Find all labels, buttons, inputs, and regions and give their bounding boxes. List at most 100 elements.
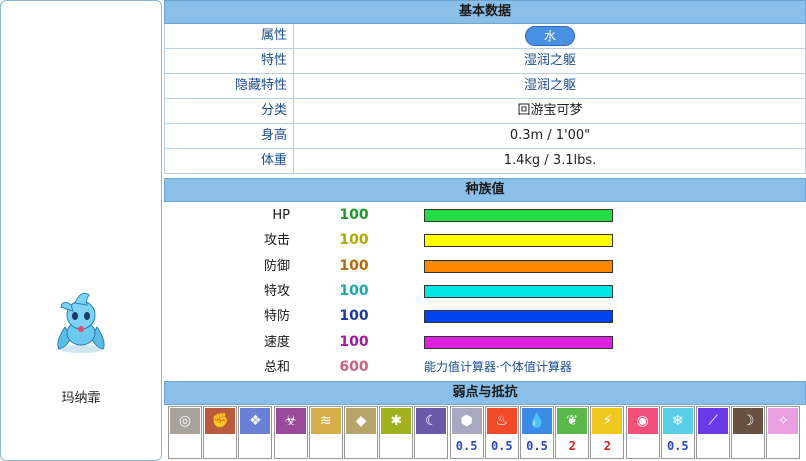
weight-label: 体重 <box>165 149 294 173</box>
type-multiplier <box>380 435 412 457</box>
stat-row: 特攻 100 <box>164 278 806 304</box>
type-label: 属性 <box>165 24 294 48</box>
type-multiplier <box>204 435 236 457</box>
pokemon-sprite <box>57 292 105 353</box>
type-cell[interactable]: ◉ <box>625 406 660 459</box>
type-cell[interactable]: ≋ <box>308 406 343 459</box>
hidden-ability-label: 隐藏特性 <box>165 74 294 98</box>
type-multiplier <box>732 435 764 457</box>
type-cell[interactable]: ❄ 0.5 <box>660 406 695 459</box>
rock-type-icon: ◆ <box>346 408 376 434</box>
steel-type-icon: ⬢ <box>451 408 482 434</box>
row-type: 属性 水 <box>164 24 806 49</box>
stat-bar-fill <box>425 210 612 221</box>
row-height: 身高 0.3m / 1'00" <box>164 124 806 149</box>
stat-row: 攻击 100 <box>164 228 806 254</box>
stat-bar-fill <box>425 336 612 348</box>
row-ability: 特性 湿润之躯 <box>164 49 806 74</box>
dark-type-icon: ☽ <box>733 408 764 434</box>
stat-bar <box>424 209 613 222</box>
stat-bar-fill <box>425 311 612 323</box>
stat-row: HP 100 <box>164 203 806 228</box>
grass-type-icon: ❦ <box>557 408 588 434</box>
row-category: 分类 回游宝可梦 <box>164 99 806 124</box>
type-cell[interactable]: ✧ <box>766 406 801 459</box>
type-multiplier: 2 <box>568 439 576 453</box>
stat-label: 特攻 <box>263 283 290 299</box>
fairy-type-icon: ✧ <box>768 408 799 434</box>
type-cell[interactable]: ❖ <box>238 406 273 459</box>
type-cell[interactable]: ⬢ 0.5 <box>449 406 484 459</box>
stat-row: 防御 100 <box>164 253 806 279</box>
stat-bar <box>424 234 613 248</box>
type-multiplier: 0.5 <box>666 439 689 453</box>
ground-type-icon: ≋ <box>310 408 341 434</box>
flying-type-icon: ❖ <box>240 408 271 434</box>
height-label: 身高 <box>165 124 294 148</box>
stat-bar <box>424 259 613 273</box>
pokemon-card: 玛纳霏 <box>0 0 162 461</box>
weight-value: 1.4kg / 3.1lbs. <box>503 153 597 168</box>
stat-value: 100 <box>339 257 369 274</box>
fighting-type-icon: ✊ <box>205 408 236 434</box>
type-cell[interactable]: ◎ <box>168 406 202 459</box>
type-multiplier: 2 <box>603 439 611 453</box>
type-cell[interactable]: ✊ <box>203 406 238 459</box>
ability-link[interactable]: 湿润之躯 <box>524 53 576 68</box>
stat-row: 速度 100 <box>164 329 806 355</box>
stat-bar <box>424 310 613 324</box>
type-cell[interactable]: ⚡ 2 <box>590 406 625 459</box>
stat-label: 防御 <box>263 258 290 274</box>
type-multiplier <box>310 435 342 457</box>
type-cell[interactable]: ❦ 2 <box>555 406 590 459</box>
type-multiplier <box>169 435 201 457</box>
water-type-badge[interactable]: 水 <box>525 26 575 46</box>
ability-label: 特性 <box>165 49 294 73</box>
stat-label: 速度 <box>263 334 290 350</box>
stat-value: 100 <box>339 282 369 299</box>
row-weight: 体重 1.4kg / 3.1lbs. <box>164 149 806 174</box>
ice-type-icon: ❄ <box>662 408 693 434</box>
type-multiplier <box>345 435 377 457</box>
electric-type-icon: ⚡ <box>592 408 623 434</box>
category-value: 回游宝可梦 <box>517 103 583 118</box>
normal-type-icon: ◎ <box>170 408 200 434</box>
stat-value: 100 <box>339 333 369 350</box>
type-cell[interactable]: 💧 0.5 <box>520 406 554 459</box>
ghost-type-icon: ☾ <box>416 408 447 434</box>
fire-type-icon: ♨ <box>486 408 517 434</box>
type-cell[interactable]: ✱ <box>379 406 414 459</box>
type-multiplier: 0.5 <box>455 439 478 453</box>
type-effectiveness-grid: ◎ ✊ ❖ ☣ ≋ ◆ ✱ ☾ ⬢ 0.5 ♨ 0.5 💧 0.5 ❦ 2 ⚡ 2 ◉ ❄ 0.5 ⟋ ☽ ✧ <box>168 406 804 461</box>
bug-type-icon: ✱ <box>381 408 412 434</box>
type-cell[interactable]: ◆ <box>344 406 378 459</box>
type-multiplier <box>415 435 447 457</box>
base-stats-header: 种族值 <box>164 178 806 202</box>
height-value: 0.3m / 1'00" <box>509 128 591 143</box>
type-cell[interactable]: ☣ <box>273 406 308 459</box>
dragon-type-icon: ⟋ <box>698 408 728 434</box>
row-hidden-ability: 隐藏特性 湿润之躯 <box>164 74 806 99</box>
type-multiplier <box>697 435 729 457</box>
type-multiplier: 0.5 <box>526 439 548 453</box>
weakness-header: 弱点与抵抗 <box>164 381 806 405</box>
poison-type-icon: ☣ <box>275 408 306 434</box>
stat-total-value: 600 <box>339 359 369 375</box>
stat-value: 100 <box>339 308 369 325</box>
type-multiplier <box>767 435 799 457</box>
stat-bar-fill <box>425 260 612 272</box>
stat-total-label: 总和 <box>263 360 290 375</box>
stat-label: 攻击 <box>263 233 290 249</box>
type-multiplier <box>275 435 307 457</box>
stat-value: 100 <box>339 207 369 223</box>
type-cell[interactable]: ⟋ <box>696 406 730 459</box>
type-cell[interactable]: ☽ <box>731 406 766 459</box>
stat-bar-fill <box>425 285 612 297</box>
type-multiplier <box>627 435 659 457</box>
hidden-ability-link[interactable]: 湿润之躯 <box>524 78 576 93</box>
type-multiplier <box>239 435 271 457</box>
type-cell[interactable]: ☾ <box>414 406 449 459</box>
stat-value: 100 <box>339 232 369 249</box>
calculator-links[interactable]: 能力值计算器·个体值计算器 <box>424 355 572 380</box>
type-cell[interactable]: ♨ 0.5 <box>484 406 519 459</box>
